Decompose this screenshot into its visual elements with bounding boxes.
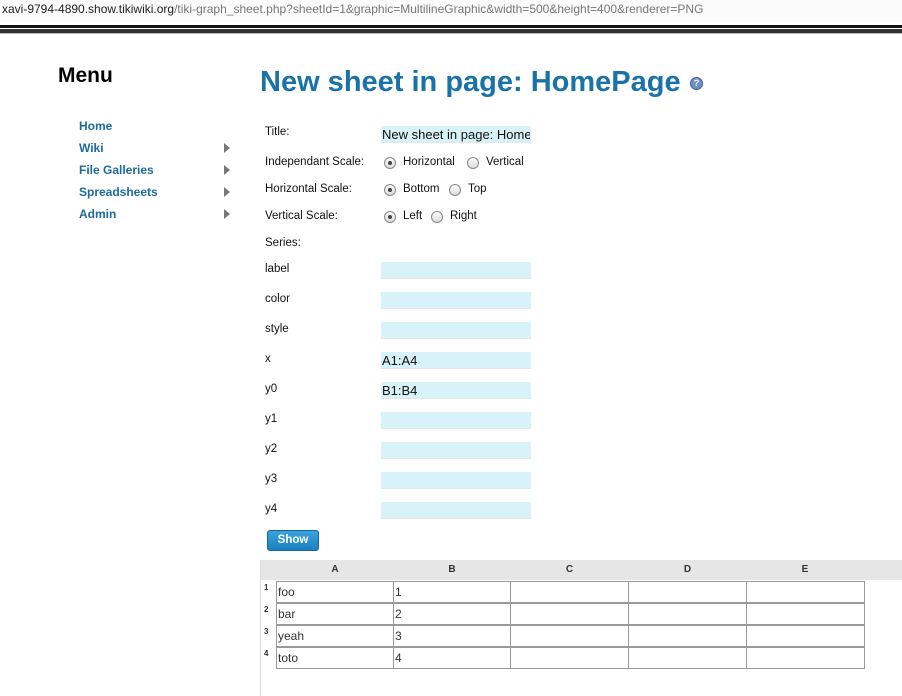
series-field-y4-input[interactable] (381, 502, 531, 519)
series-field-label-y0: y0 (265, 383, 278, 395)
series-field-label-color: color (265, 293, 290, 305)
sheet-cell[interactable] (746, 603, 865, 625)
radio-top[interactable] (449, 184, 461, 196)
sheet-cell[interactable]: 2 (393, 603, 512, 625)
menu-item-label: Home (79, 119, 113, 133)
series-field-color-input[interactable] (381, 292, 531, 309)
column-header-c[interactable]: C (510, 560, 629, 580)
sheet-cell[interactable] (746, 647, 865, 669)
show-button[interactable]: Show (267, 530, 319, 551)
sheet-cell[interactable] (510, 647, 630, 669)
menu-item-label: File Galleries (79, 163, 154, 177)
radio-label-bottom: Bottom (403, 183, 440, 195)
header-bar (0, 25, 902, 28)
horizontal-scale-label: Horizontal Scale: (265, 183, 352, 195)
series-label: Series: (265, 237, 301, 249)
series-field-label-y3: y3 (265, 473, 278, 485)
radio-label-top: Top (468, 183, 487, 195)
chevron-right-icon[interactable] (224, 143, 230, 153)
sheet-cell[interactable] (628, 603, 748, 625)
menu-item-label: Admin (79, 207, 117, 221)
address-bar[interactable]: xavi-9794-4890.show.tikiwiki.org/tiki-gr… (0, 0, 902, 22)
sheet-cell[interactable] (510, 603, 630, 625)
sheet-cell[interactable] (628, 581, 748, 603)
sheet-cell[interactable]: 4 (393, 647, 512, 669)
series-field-y3-input[interactable] (381, 472, 531, 489)
series-field-label-input[interactable] (381, 262, 531, 279)
menu-item-label: Wiki (79, 141, 104, 155)
radio-vertical[interactable] (467, 157, 479, 169)
column-header-b[interactable]: B (393, 560, 511, 580)
series-field-label-y4: y4 (265, 503, 278, 515)
radio-right[interactable] (431, 211, 443, 223)
row-number: 2 (264, 605, 269, 614)
radio-label-horizontal: Horizontal (403, 156, 455, 168)
column-header-d[interactable]: D (628, 560, 747, 580)
header-divider (0, 33, 902, 34)
radio-label-right: Right (450, 210, 477, 222)
series-field-style-input[interactable] (381, 322, 531, 339)
column-header-e[interactable]: E (746, 560, 864, 580)
series-field-y2-input[interactable] (381, 442, 531, 459)
sheet-cell[interactable] (746, 581, 865, 603)
menu-item-home[interactable]: Home (79, 117, 234, 135)
title-label: Title: (265, 126, 290, 138)
vertical-scale-label: Vertical Scale: (265, 210, 338, 222)
chevron-right-icon[interactable] (224, 187, 230, 197)
row-number: 3 (264, 627, 269, 636)
url-host: xavi-9794-4890.show.tikiwiki.org (2, 2, 175, 16)
sheet-cell[interactable]: yeah (276, 625, 395, 647)
series-field-x-input[interactable] (381, 352, 531, 369)
help-icon[interactable]: ? (690, 77, 703, 90)
series-field-label-label: label (265, 263, 290, 275)
sheet-cell[interactable] (510, 625, 630, 647)
series-field-label-x: x (265, 353, 271, 365)
menu-item-admin[interactable]: Admin (79, 205, 234, 223)
sheet-cell[interactable]: 1 (393, 581, 512, 603)
radio-label-vertical: Vertical (486, 156, 524, 168)
column-header-a[interactable]: A (276, 560, 394, 580)
radio-left[interactable] (384, 211, 396, 223)
menu-item-spreadsheets[interactable]: Spreadsheets (79, 183, 234, 201)
sheet-cell[interactable] (628, 625, 748, 647)
series-field-label-y2: y2 (265, 443, 278, 455)
menu-title: Menu (58, 64, 113, 87)
radio-horizontal[interactable] (384, 157, 396, 169)
title-input[interactable] (381, 126, 531, 143)
sheet-cell[interactable] (746, 625, 865, 647)
series-field-label-y1: y1 (265, 413, 278, 425)
sheet-cell[interactable]: foo (276, 581, 395, 603)
series-field-y0-input[interactable] (381, 382, 531, 399)
sheet-cell[interactable] (510, 581, 630, 603)
chevron-right-icon[interactable] (224, 165, 230, 175)
page-title: New sheet in page: HomePage (260, 66, 681, 98)
menu-item-wiki[interactable]: Wiki (79, 139, 234, 157)
sheet-cell[interactable] (628, 647, 748, 669)
menu-item-label: Spreadsheets (79, 185, 158, 199)
radio-bottom[interactable] (384, 184, 396, 196)
chevron-right-icon[interactable] (224, 209, 230, 219)
series-field-y1-input[interactable] (381, 412, 531, 429)
menu-item-file-galleries[interactable]: File Galleries (79, 161, 234, 179)
independent-scale-label: Independant Scale: (265, 156, 365, 168)
spreadsheet: A B C D E 1 foo 1 2 bar 2 3 yeah 3 4 toto 4 (260, 560, 902, 696)
sheet-cell[interactable]: toto (276, 647, 395, 669)
radio-label-left: Left (403, 210, 423, 222)
row-number: 1 (264, 583, 269, 592)
url-path: /tiki-graph_sheet.php?sheetId=1&graphic=… (174, 2, 704, 16)
sheet-cell[interactable]: bar (276, 603, 395, 625)
series-field-label-style: style (265, 323, 289, 335)
row-number: 4 (264, 649, 269, 658)
sheet-cell[interactable]: 3 (393, 625, 512, 647)
